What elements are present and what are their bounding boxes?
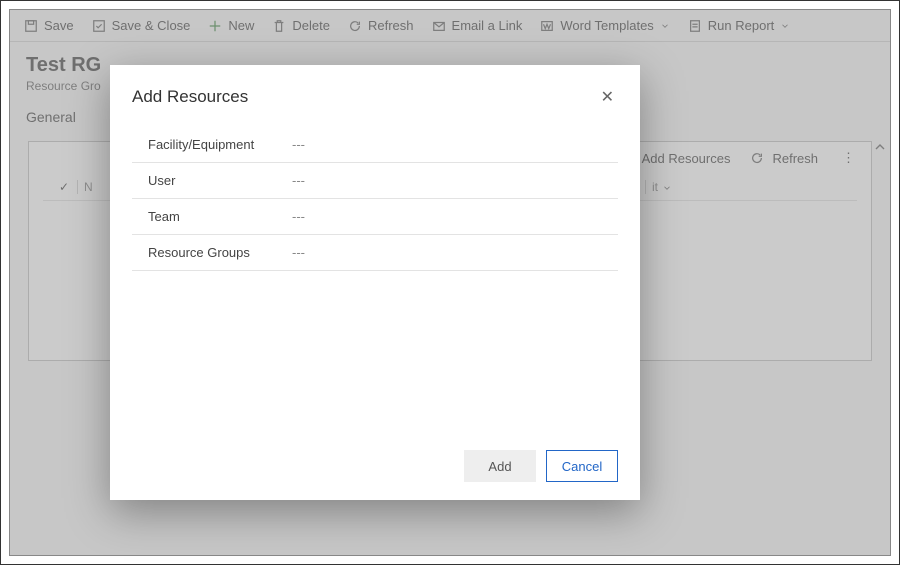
- field-label: User: [132, 173, 292, 188]
- add-button[interactable]: Add: [464, 450, 536, 482]
- field-user[interactable]: User ---: [132, 163, 618, 199]
- cancel-button-label: Cancel: [562, 459, 602, 474]
- cancel-button[interactable]: Cancel: [546, 450, 618, 482]
- field-value: ---: [292, 209, 305, 224]
- add-resources-dialog: Add Resources ✕ Facility/Equipment --- U…: [110, 65, 640, 500]
- field-resource-groups[interactable]: Resource Groups ---: [132, 235, 618, 271]
- field-team[interactable]: Team ---: [132, 199, 618, 235]
- field-value: ---: [292, 137, 305, 152]
- dialog-title: Add Resources: [132, 87, 597, 107]
- field-value: ---: [292, 245, 305, 260]
- field-facility-equipment[interactable]: Facility/Equipment ---: [132, 127, 618, 163]
- field-label: Resource Groups: [132, 245, 292, 260]
- field-value: ---: [292, 173, 305, 188]
- field-label: Facility/Equipment: [132, 137, 292, 152]
- field-label: Team: [132, 209, 292, 224]
- close-button[interactable]: ✕: [597, 83, 618, 111]
- close-icon: ✕: [601, 89, 614, 106]
- add-button-label: Add: [488, 459, 511, 474]
